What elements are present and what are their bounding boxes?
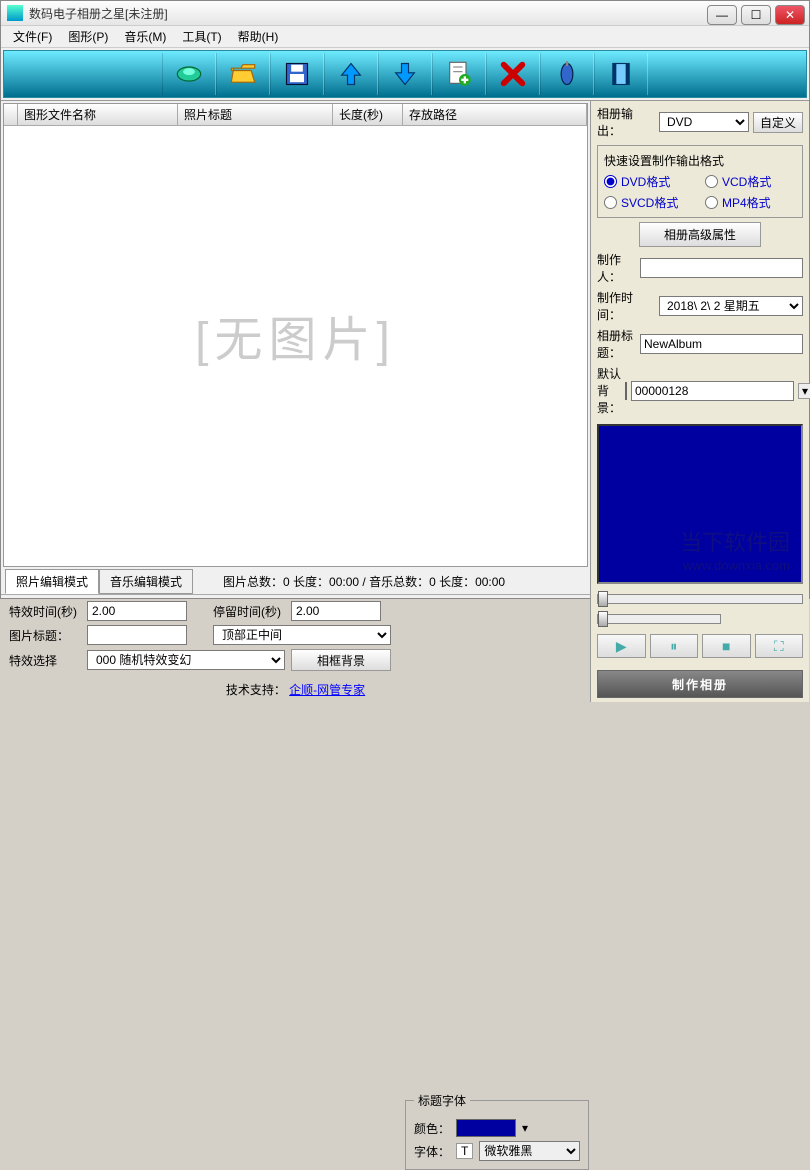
radio-mp4[interactable]: MP4格式: [705, 194, 796, 211]
menu-tools[interactable]: 工具(T): [174, 26, 229, 47]
app-icon: [7, 5, 23, 21]
quick-format-group: 快速设置制作输出格式 DVD格式 VCD格式 SVCD格式 MP4格式: [597, 145, 803, 218]
toolbar-up-button[interactable]: [324, 53, 378, 95]
menu-help[interactable]: 帮助(H): [230, 26, 287, 47]
photo-title-label: 图片标题：: [9, 627, 81, 644]
empty-watermark: [无图片]: [195, 300, 396, 370]
toolbar-save-button[interactable]: [270, 53, 324, 95]
font-family-label: 字体：: [414, 1143, 450, 1160]
producer-label: 制作人：: [597, 251, 636, 285]
albumtitle-label: 相册标题：: [597, 327, 636, 361]
pause-button[interactable]: ⏸: [650, 634, 699, 658]
col-length[interactable]: 长度(秒): [333, 104, 403, 125]
custom-button[interactable]: 自定义: [753, 112, 803, 133]
producer-input[interactable]: [640, 258, 803, 278]
menubar: 文件(F) 图形(P) 音乐(M) 工具(T) 帮助(H): [1, 26, 809, 48]
defaultbg-input[interactable]: [631, 381, 794, 401]
bg-color-swatch[interactable]: [625, 382, 627, 400]
col-filename[interactable]: 图形文件名称: [18, 104, 178, 125]
support-label: 技术支持：: [226, 683, 286, 697]
toolbar-scan-button[interactable]: [162, 53, 216, 95]
maketime-select[interactable]: 2018\ 2\ 2 星期五: [659, 296, 803, 316]
toolbar-thread-button[interactable]: [540, 53, 594, 95]
dropdown-icon[interactable]: ▾: [798, 383, 810, 399]
maximize-button[interactable]: ☐: [741, 5, 771, 25]
font-icon: T: [456, 1143, 473, 1159]
stay-time-label: 停留时间(秒): [213, 603, 285, 620]
tab-photo-edit[interactable]: 照片编辑模式: [5, 569, 99, 594]
effect-select[interactable]: 000 随机特效变幻: [87, 650, 285, 670]
defaultbg-label: 默认背景：: [597, 365, 621, 416]
photo-table: 图形文件名称 照片标题 长度(秒) 存放路径 [无图片]: [3, 103, 588, 567]
toolbar-add-page-button[interactable]: [432, 53, 486, 95]
window-title: 数码电子相册之星[未注册]: [29, 5, 707, 22]
toolbar-delete-button[interactable]: [486, 53, 540, 95]
make-album-button[interactable]: 制作相册: [597, 670, 803, 698]
photo-title-position-select[interactable]: 顶部正中间: [213, 625, 391, 645]
toolbar: [3, 50, 807, 98]
font-family-select[interactable]: 微软雅黑: [479, 1141, 580, 1161]
secondary-slider[interactable]: [597, 614, 721, 624]
title-font-group: 标题字体 颜色： ▾ 字体： T 微软雅黑: [405, 1092, 589, 1170]
menu-music[interactable]: 音乐(M): [116, 26, 174, 47]
support-link[interactable]: 企顺-网管专家: [289, 683, 365, 697]
effect-time-label: 特效时间(秒): [9, 603, 81, 620]
menu-graphic[interactable]: 图形(P): [60, 26, 116, 47]
menu-file[interactable]: 文件(F): [5, 26, 60, 47]
output-label: 相册输出：: [597, 105, 655, 139]
font-color-picker[interactable]: [456, 1119, 516, 1137]
output-format-select[interactable]: DVD: [659, 112, 749, 132]
photo-title-input[interactable]: [87, 625, 187, 645]
preview-area: [597, 424, 803, 584]
progress-slider[interactable]: [597, 594, 803, 604]
col-path[interactable]: 存放路径: [403, 104, 587, 125]
minimize-button[interactable]: —: [707, 5, 737, 25]
radio-dvd[interactable]: DVD格式: [604, 173, 695, 190]
stats-label: 图片总数：0 长度：00:00 / 音乐总数：0 长度：00:00: [223, 573, 505, 590]
effect-select-label: 特效选择: [9, 652, 81, 669]
close-button[interactable]: ✕: [775, 5, 805, 25]
stop-button[interactable]: ■: [702, 634, 751, 658]
toolbar-down-button[interactable]: [378, 53, 432, 95]
dropdown-icon[interactable]: ▾: [522, 1121, 528, 1135]
tab-music-edit[interactable]: 音乐编辑模式: [99, 569, 193, 594]
radio-vcd[interactable]: VCD格式: [705, 173, 796, 190]
col-title[interactable]: 照片标题: [178, 104, 333, 125]
frame-bg-button[interactable]: 相框背景: [291, 649, 391, 671]
effect-time-input[interactable]: [87, 601, 187, 621]
toolbar-film-button[interactable]: [594, 53, 648, 95]
maketime-label: 制作时间：: [597, 289, 655, 323]
font-color-label: 颜色：: [414, 1120, 450, 1137]
font-legend: 标题字体: [414, 1092, 470, 1109]
titlebar: 数码电子相册之星[未注册] — ☐ ✕: [1, 1, 809, 26]
fullscreen-button[interactable]: ⛶: [755, 634, 804, 658]
albumtitle-input[interactable]: [640, 334, 803, 354]
format-group-title: 快速设置制作输出格式: [604, 152, 796, 169]
toolbar-open-button[interactable]: [216, 53, 270, 95]
play-button[interactable]: ▶: [597, 634, 646, 658]
stay-time-input[interactable]: [291, 601, 381, 621]
radio-svcd[interactable]: SVCD格式: [604, 194, 695, 211]
advanced-props-button[interactable]: 相册高级属性: [639, 222, 761, 247]
